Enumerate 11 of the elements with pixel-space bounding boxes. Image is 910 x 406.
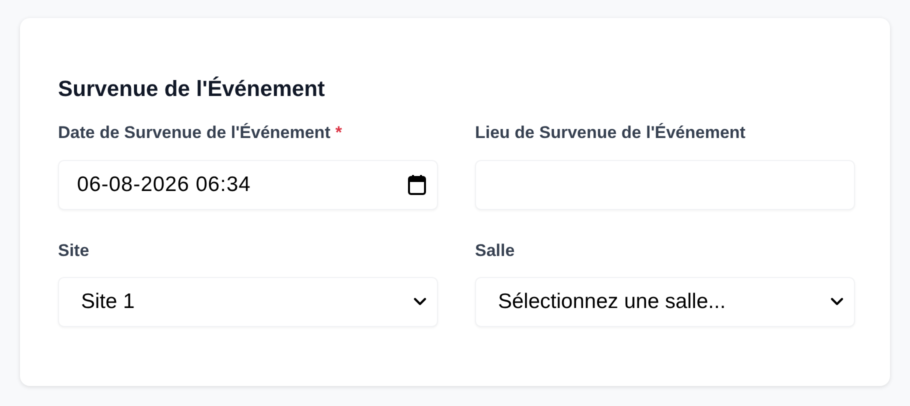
select-field[interactable]: Sélectionnez une salle... xyxy=(475,277,855,328)
field-label: Site xyxy=(58,240,90,262)
chevron-down-icon xyxy=(830,297,844,308)
field-label: Lieu de Survenue de l'Événement xyxy=(475,123,746,144)
select-field[interactable]: Site 1 xyxy=(58,277,438,328)
field-label: Date de Survenue de l'Événement * xyxy=(58,123,342,144)
field-label: Salle xyxy=(475,240,515,262)
datetime-field[interactable]: 06-08-2026 06:34 xyxy=(58,160,438,210)
calendar-icon[interactable] xyxy=(407,174,427,196)
section-title: Survenue de l'Événement xyxy=(58,76,326,102)
chevron-down-icon xyxy=(413,297,427,308)
